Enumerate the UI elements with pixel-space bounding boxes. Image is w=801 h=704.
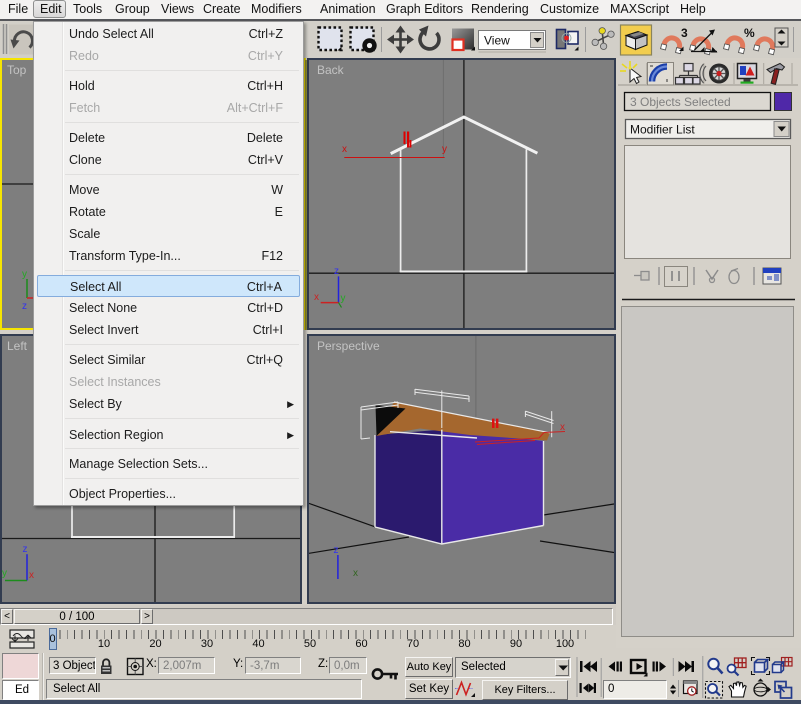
svg-text:Back: Back [317, 63, 345, 77]
svg-text:3 Objects Selected: 3 Objects Selected [630, 95, 731, 109]
svg-text:x: x [29, 570, 34, 581]
svg-text:3: 3 [681, 26, 688, 40]
svg-text:x: x [560, 422, 565, 433]
svg-text:z: z [334, 545, 339, 556]
svg-text:Left: Left [7, 339, 28, 353]
svg-text:y: y [341, 293, 346, 304]
svg-text:View: View [484, 34, 510, 48]
svg-text:x: x [342, 144, 347, 155]
svg-text:y: y [22, 269, 27, 280]
svg-text:Perspective: Perspective [317, 339, 380, 353]
svg-text:x: x [353, 568, 358, 579]
svg-text:x: x [314, 292, 319, 303]
svg-text:z: z [334, 266, 339, 277]
svg-text:z: z [22, 301, 27, 312]
svg-text:Modifier List: Modifier List [630, 123, 695, 137]
svg-text:z: z [23, 544, 28, 555]
svg-text:y: y [442, 144, 447, 155]
svg-text:y: y [2, 568, 7, 579]
svg-text:%: % [744, 26, 755, 40]
svg-text:Top: Top [7, 63, 27, 77]
